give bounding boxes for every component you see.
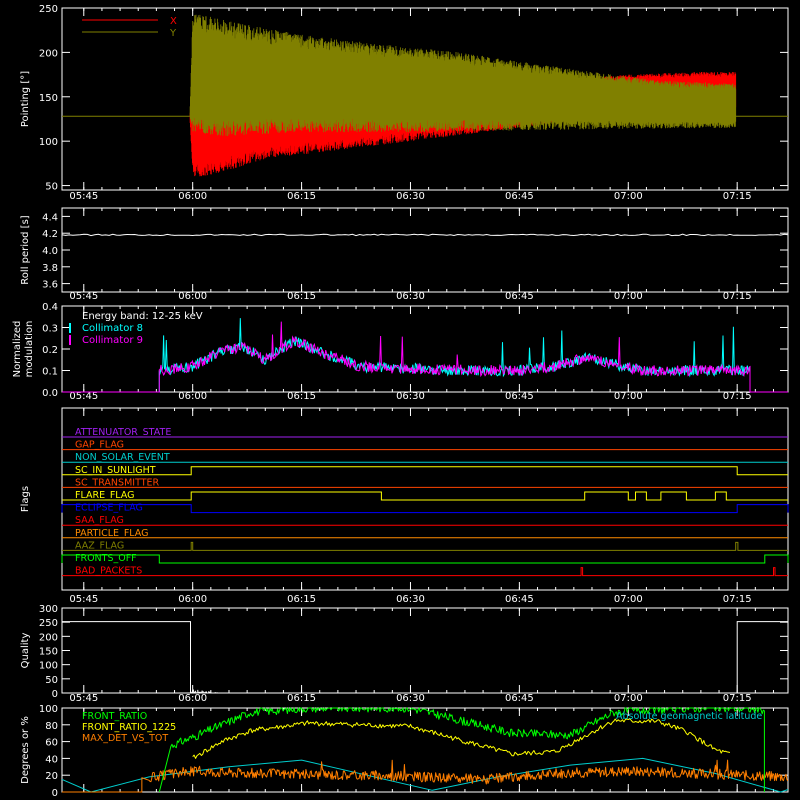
panel-3-y-tick-label: 0.2 (42, 345, 58, 356)
panel-5-y-tick-label: 250 (39, 618, 58, 629)
panel-4-x-tick-label: 06:30 (396, 594, 425, 605)
flag-saa-flag-label: SAA_FLAG (75, 515, 124, 526)
panel-2-y-tick-label: 4.0 (42, 246, 58, 257)
panel-1-x-tick-label: 07:00 (614, 191, 643, 202)
flag-eclipse-flag-label: ECLIPSE_FLAG (75, 503, 143, 514)
panel-5-x-tick-label: 07:00 (614, 693, 643, 704)
panel-3-y-tick-label: 0.3 (42, 324, 58, 335)
panel-1-x-tick-label: 06:15 (287, 191, 316, 202)
flag-aaz-flag-label: AAZ_FLAG (75, 540, 124, 551)
flag-attenuator-state-label: ATTENUATOR_STATE (75, 427, 171, 438)
panel-5-y-tick-label: 100 (39, 661, 58, 672)
panel-5-y-tick-label: 50 (45, 675, 58, 686)
panel-3-y-tick-label: 0.4 (42, 302, 58, 313)
legend-front-ratio-label: FRONT_RATIO (82, 711, 147, 722)
legend-front-ratio-1225-label: FRONT_RATIO_1225 (82, 722, 176, 733)
panel-3-x-tick-label: 07:15 (723, 391, 752, 402)
legend-collimator-8-label: Collimator 8 (82, 323, 143, 334)
panel-3-x-tick-label: 07:00 (614, 391, 643, 402)
panel-2-x-tick-label: 07:00 (614, 291, 643, 302)
panel-2-x-tick-label: 06:45 (505, 291, 534, 302)
panel-3-x-tick-label: 06:15 (287, 391, 316, 402)
panel-1-x-tick-label: 07:15 (723, 191, 752, 202)
flag-bad-packets-label: BAD_PACKETS (75, 566, 142, 577)
panel-3-x-tick-label: 06:45 (505, 391, 534, 402)
panel-4-x-tick-label: 06:00 (178, 594, 207, 605)
panel-3-x-tick-label: 05:45 (69, 391, 98, 402)
panel-3-y-tick-label: 0.0 (42, 388, 58, 399)
panel-2-x-tick-label: 06:15 (287, 291, 316, 302)
panel-5-x-tick-label: 05:45 (69, 693, 98, 704)
panel-1-x-tick-label: 06:00 (178, 191, 207, 202)
panel-2-x-tick-label: 06:30 (396, 291, 425, 302)
panel-2-x-tick-label: 06:00 (178, 291, 207, 302)
panel-2-y-tick-label: 4.4 (42, 212, 58, 223)
flag-non-solar-event-label: NON_SOLAR_EVENT (75, 452, 170, 463)
panel-6-y-tick-label: 40 (45, 754, 58, 765)
panel-6-y-tick-label: 60 (45, 738, 58, 749)
flag-particle-flag-label: PARTICLE_FLAG (75, 528, 148, 539)
panel-6-y-tick-label: 20 (45, 771, 58, 782)
panel-2-y-tick-label: 4.2 (42, 229, 58, 240)
panel-5-y-tick-label: 300 (39, 604, 58, 615)
panel-3-x-tick-label: 06:30 (396, 391, 425, 402)
legend-collimator-9-label: Collimator 9 (82, 335, 143, 346)
panel-6-y-axis-label: Degrees or % (20, 716, 31, 784)
panel-5-x-tick-label: 06:15 (287, 693, 316, 704)
panel-3-y-axis-label: modulation (24, 321, 35, 378)
panel-1-y-tick-label: 250 (39, 4, 58, 15)
panel-5-y-tick-label: 0 (52, 689, 58, 700)
panel-1-y-tick-label: 100 (39, 137, 58, 148)
panel-1-y-tick-label: 200 (39, 48, 58, 59)
legend-max-det-vs-tot-label: MAX_DET_VS_TOT (82, 733, 168, 744)
panel-1-x-tick-label: 06:45 (505, 191, 534, 202)
panel-6-y-tick-label: 100 (39, 704, 58, 715)
panel-3-y-axis-label: Normalized (12, 321, 23, 378)
panel-2-y-axis-label: Roll period [s] (20, 215, 31, 284)
panel-4-x-tick-label: 06:15 (287, 594, 316, 605)
panel-5-x-tick-label: 06:00 (178, 693, 207, 704)
panel-4-x-tick-label: 07:00 (614, 594, 643, 605)
panel-2-y-tick-label: 3.6 (42, 280, 58, 291)
chart-canvas: 50100150200250Pointing [°]05:45 06:00 06:1… (0, 0, 800, 800)
energy-band-annotation: Energy band: 12-25 keV (82, 311, 203, 322)
legend-x-label: X (170, 16, 177, 27)
panel-6-y-tick-label: 80 (45, 721, 58, 732)
flag-fronts-off-label: FRONTS_OFF (75, 553, 137, 564)
panel-1-y-axis-label: Pointing [°] (20, 71, 31, 127)
panel-1-y-tick-label: 50 (45, 182, 58, 193)
panel-2-y-tick-label: 3.8 (42, 263, 58, 274)
flag-gap-flag-label: GAP_FLAG (75, 440, 124, 451)
panel-4-x-tick-label: 06:45 (505, 594, 534, 605)
panel-4-x-tick-label: 07:15 (723, 594, 752, 605)
panel-2-x-tick-label: 05:45 (69, 291, 98, 302)
legend-absolute-geomagnetic-latitude-label: Absolute geomagnetic latitude (616, 711, 762, 722)
panel-5-x-tick-label: 06:30 (396, 693, 425, 704)
flag-sc-transmitter-label: SC_TRANSMITTER (75, 477, 160, 488)
legend-y-label: Y (169, 28, 177, 39)
flag-sc-in-sunlight-label: SC_IN_SUNLIGHT (75, 465, 156, 476)
panel-1-x-tick-label: 05:45 (69, 191, 98, 202)
panel-1-x-tick-label: 06:30 (396, 191, 425, 202)
flag-flare-flag-label: FLARE_FLAG (75, 490, 135, 501)
panel-3-y-tick-label: 0.1 (42, 367, 58, 378)
panel-4-y-axis-label: Flags (20, 486, 31, 512)
panel-5-y-tick-label: 150 (39, 647, 58, 658)
panel-5-x-tick-label: 07:15 (723, 693, 752, 704)
panel-5-y-axis-label: Quality (20, 633, 31, 669)
panel-1-y-tick-label: 150 (39, 93, 58, 104)
panel-2-x-tick-label: 07:15 (723, 291, 752, 302)
panel-5-y-tick-label: 200 (39, 632, 58, 643)
panel-5-x-tick-label: 06:45 (505, 693, 534, 704)
panel-6-y-tick-label: 0 (52, 788, 58, 799)
panel-3-x-tick-label: 06:00 (178, 391, 207, 402)
panel-4-x-tick-label: 05:45 (69, 594, 98, 605)
